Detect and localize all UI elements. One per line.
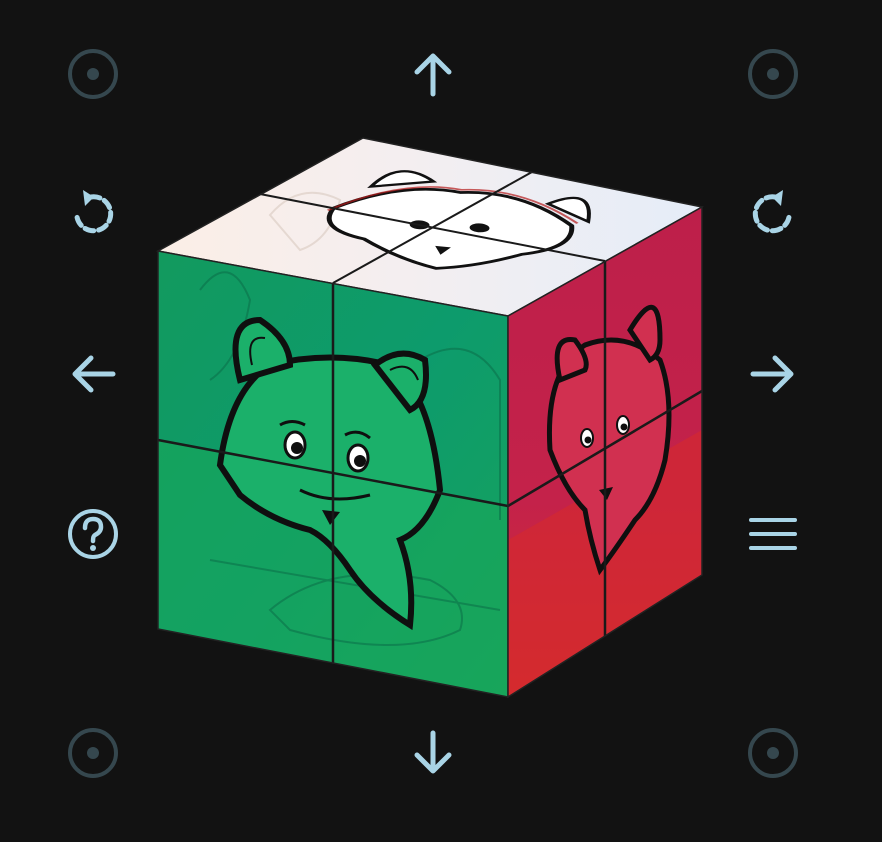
menu-icon xyxy=(749,518,797,550)
game-stage xyxy=(0,0,882,842)
dot-ring-icon xyxy=(68,49,118,99)
rotate-cw-button[interactable] xyxy=(743,184,803,244)
corner-button-bottom-left[interactable] xyxy=(63,723,123,783)
rotate-right-button[interactable] xyxy=(743,344,803,404)
arrow-right-icon xyxy=(750,355,794,393)
rotate-ccw-button[interactable] xyxy=(63,184,123,244)
rotate-cw-icon xyxy=(752,190,792,234)
help-icon xyxy=(68,509,118,559)
arrow-down-icon xyxy=(414,730,452,774)
arrow-left-icon xyxy=(72,355,116,393)
rotate-left-button[interactable] xyxy=(63,344,123,404)
puzzle-cube[interactable] xyxy=(0,0,882,842)
dot-ring-icon xyxy=(748,728,798,778)
rotate-down-button[interactable] xyxy=(403,723,463,783)
corner-button-top-right[interactable] xyxy=(743,44,803,104)
arrow-up-icon xyxy=(414,53,452,97)
dot-ring-icon xyxy=(68,728,118,778)
dot-ring-icon xyxy=(748,49,798,99)
corner-button-bottom-right[interactable] xyxy=(743,723,803,783)
cube-face-front[interactable] xyxy=(157,250,509,698)
menu-button[interactable] xyxy=(743,504,803,564)
rotate-up-button[interactable] xyxy=(403,44,463,104)
corner-button-top-left[interactable] xyxy=(63,44,123,104)
rotate-ccw-icon xyxy=(74,190,114,234)
help-button[interactable] xyxy=(63,504,123,564)
